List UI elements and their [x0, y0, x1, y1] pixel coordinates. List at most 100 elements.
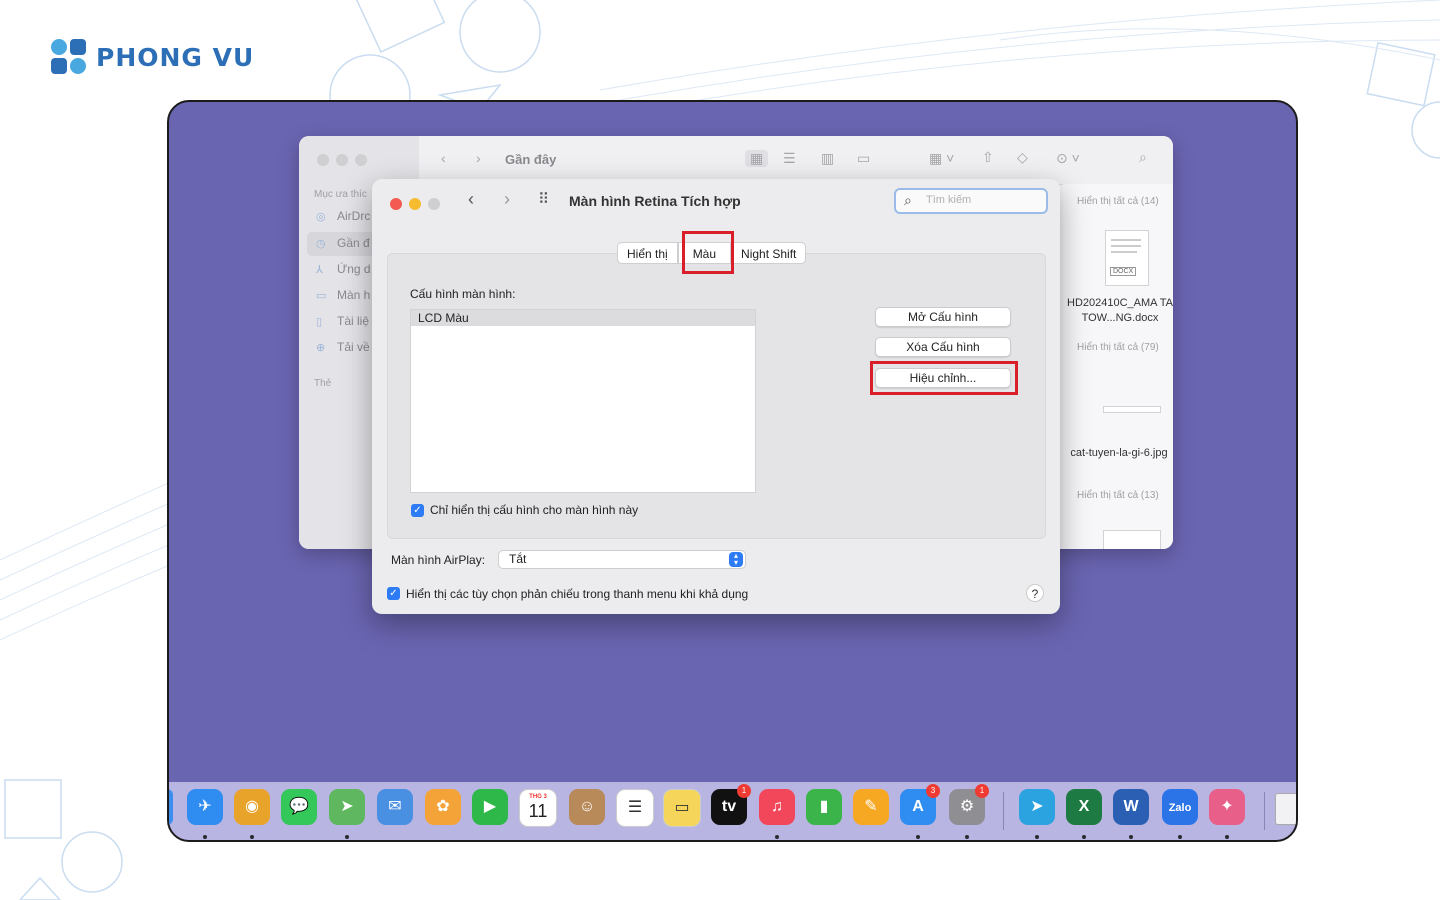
- reminders-glyph: ☰: [627, 799, 643, 816]
- notes-dock-icon[interactable]: ▭: [663, 789, 701, 827]
- music-dock-icon[interactable]: ♫: [759, 789, 795, 825]
- apple-tv-dock-icon[interactable]: tv 1: [711, 784, 751, 825]
- open-profile-button[interactable]: Mở Cấu hình: [875, 307, 1011, 327]
- safari-glyph: ✈: [198, 798, 212, 815]
- brand-logo: PHONG VU: [50, 38, 254, 76]
- safari-dock-icon[interactable]: ✈: [187, 789, 223, 825]
- finder-toolbar: ‹ › Gần đây ▦ ☰ ▥ ▭ ▦ ˅ ⇧ ◇ ⊙ ˅ ⌕: [419, 136, 1173, 185]
- highlight-color-tab: [682, 231, 734, 274]
- running-indicator: [1082, 835, 1086, 839]
- share-icon[interactable]: ⇧: [982, 149, 994, 166]
- help-button[interactable]: ?: [1026, 584, 1044, 602]
- delete-profile-button[interactable]: Xóa Cấu hình: [875, 337, 1011, 357]
- file-name-2[interactable]: cat-tuyen-la-gi-6.jpg: [1069, 446, 1169, 461]
- pages-dock-icon[interactable]: ✎: [853, 789, 889, 825]
- excel-glyph: X: [1078, 798, 1090, 815]
- show-all-1[interactable]: Hiển thị tất cả (14): [1077, 196, 1159, 207]
- numbers-dock-icon[interactable]: ▮: [806, 789, 842, 825]
- mail-dock-icon[interactable]: ✉: [377, 789, 413, 825]
- telegram-dock-icon[interactable]: ➤: [1019, 789, 1055, 825]
- chrome-dock-icon[interactable]: ◉: [234, 789, 270, 825]
- reminders-dock-icon[interactable]: ☰: [616, 789, 654, 827]
- finder-dock-icon[interactable]: [169, 789, 173, 825]
- tab-night-shift[interactable]: Night Shift: [731, 242, 807, 264]
- profile-list[interactable]: LCD Màu: [410, 309, 756, 493]
- calendar-dock-icon[interactable]: THG 3 11: [519, 789, 557, 827]
- photos-dock-icon[interactable]: ✿: [425, 789, 461, 825]
- file-name-1[interactable]: HD202410C_AMA TA TOW...NG.docx: [1065, 296, 1173, 326]
- more-icon[interactable]: ⊙ ˅: [1056, 150, 1080, 167]
- grid-view-icon[interactable]: ▦: [745, 150, 769, 167]
- column-view-icon[interactable]: ▥: [821, 150, 834, 167]
- app-store-dock-icon[interactable]: A3: [900, 784, 940, 825]
- jpg-thumbnail[interactable]: [1103, 406, 1161, 413]
- finder-minimize-button[interactable]: [336, 154, 348, 166]
- logo-icon: [51, 39, 86, 74]
- docx-thumbnail[interactable]: DOCX: [1105, 230, 1149, 286]
- sidebar-item-applications[interactable]: Ứng d: [337, 262, 371, 276]
- finder-search-icon[interactable]: ⌕: [1139, 149, 1147, 166]
- running-indicator: [250, 835, 254, 839]
- finder-close-button[interactable]: [317, 154, 329, 166]
- only-this-display-checkbox[interactable]: ✓: [411, 504, 424, 517]
- running-indicator: [916, 835, 920, 839]
- zalo-dock-icon[interactable]: Zalo: [1162, 789, 1198, 825]
- messages-dock-icon[interactable]: 💬: [281, 789, 317, 825]
- trash-dock-icon[interactable]: [1275, 793, 1296, 825]
- back-arrow-icon[interactable]: ‹: [468, 189, 474, 210]
- running-indicator: [203, 835, 207, 839]
- mirroring-checkbox[interactable]: ✓: [387, 587, 400, 600]
- airplay-label: Màn hình AirPlay:: [391, 553, 486, 567]
- running-indicator: [1129, 835, 1133, 839]
- forward-icon[interactable]: ›: [476, 150, 481, 166]
- sidebar-item-desktop[interactable]: Màn h: [337, 288, 370, 302]
- maps-dock-icon[interactable]: ➤: [329, 789, 365, 825]
- messages-glyph: 💬: [289, 798, 309, 815]
- tab-display[interactable]: Hiển thị: [617, 242, 678, 264]
- updown-icon: ▴ ▾: [729, 552, 743, 567]
- group-icon[interactable]: ▦ ˅: [929, 150, 954, 167]
- finder-zoom-button[interactable]: [355, 154, 367, 166]
- tag-icon[interactable]: ◇: [1017, 149, 1028, 166]
- grid-icon[interactable]: ⠿: [538, 190, 549, 208]
- excel-dock-icon[interactable]: X: [1066, 789, 1102, 825]
- finder-title: Gần đây: [505, 152, 557, 167]
- facetime-glyph: ▶: [483, 798, 497, 815]
- dock-separator: [1264, 792, 1265, 830]
- system-preferences-dock-icon[interactable]: ⚙ 1: [949, 784, 989, 825]
- sidebar-item-downloads[interactable]: Tải về: [337, 340, 370, 354]
- sidebar-tags-heading: Thẻ: [314, 378, 332, 389]
- facetime-dock-icon[interactable]: ▶: [472, 789, 508, 825]
- desktop-icon: ▭: [316, 290, 327, 302]
- word-dock-icon[interactable]: W: [1113, 789, 1149, 825]
- forward-arrow-icon[interactable]: ›: [504, 189, 510, 210]
- running-indicator: [775, 835, 779, 839]
- mirroring-label: Hiển thị các tùy chọn phản chiếu trong t…: [406, 587, 749, 601]
- calendar-month: THG 3: [529, 794, 547, 800]
- search-field[interactable]: ⌕ Tìm kiếm: [894, 188, 1048, 214]
- gallery-view-icon[interactable]: ▭: [857, 150, 870, 167]
- finder-content: Hiển thị tất cả (14) DOCX HD202410C_AMA …: [1063, 184, 1173, 549]
- thumbnail-3[interactable]: [1103, 530, 1161, 549]
- show-all-3[interactable]: Hiển thị tất cả (13): [1077, 490, 1159, 501]
- clock-icon: ◷: [316, 238, 326, 250]
- sidebar-item-airdrop[interactable]: AirDrc: [337, 209, 370, 223]
- sidebar-item-recents[interactable]: Gần đ: [337, 236, 370, 250]
- brand-name: PHONG VU: [96, 42, 255, 72]
- sidebar-item-documents[interactable]: Tài liệ: [337, 314, 369, 328]
- list-item[interactable]: LCD Màu: [411, 310, 755, 326]
- color-picker-dock-icon[interactable]: ✦: [1209, 789, 1245, 825]
- download-icon: ⊕: [316, 342, 326, 354]
- zoom-button[interactable]: [428, 198, 440, 210]
- close-button[interactable]: [390, 198, 402, 210]
- show-all-2[interactable]: Hiển thị tất cả (79): [1077, 342, 1159, 353]
- minimize-button[interactable]: [409, 198, 421, 210]
- color-picker-glyph: ✦: [1220, 798, 1234, 815]
- airplay-select[interactable]: Tắt ▴ ▾: [498, 550, 746, 569]
- back-icon[interactable]: ‹: [441, 150, 446, 166]
- running-indicator: [1035, 835, 1039, 839]
- contacts-dock-icon[interactable]: ☺: [569, 789, 605, 825]
- list-view-icon[interactable]: ☰: [783, 150, 796, 167]
- running-indicator: [345, 835, 349, 839]
- word-glyph: W: [1123, 798, 1139, 815]
